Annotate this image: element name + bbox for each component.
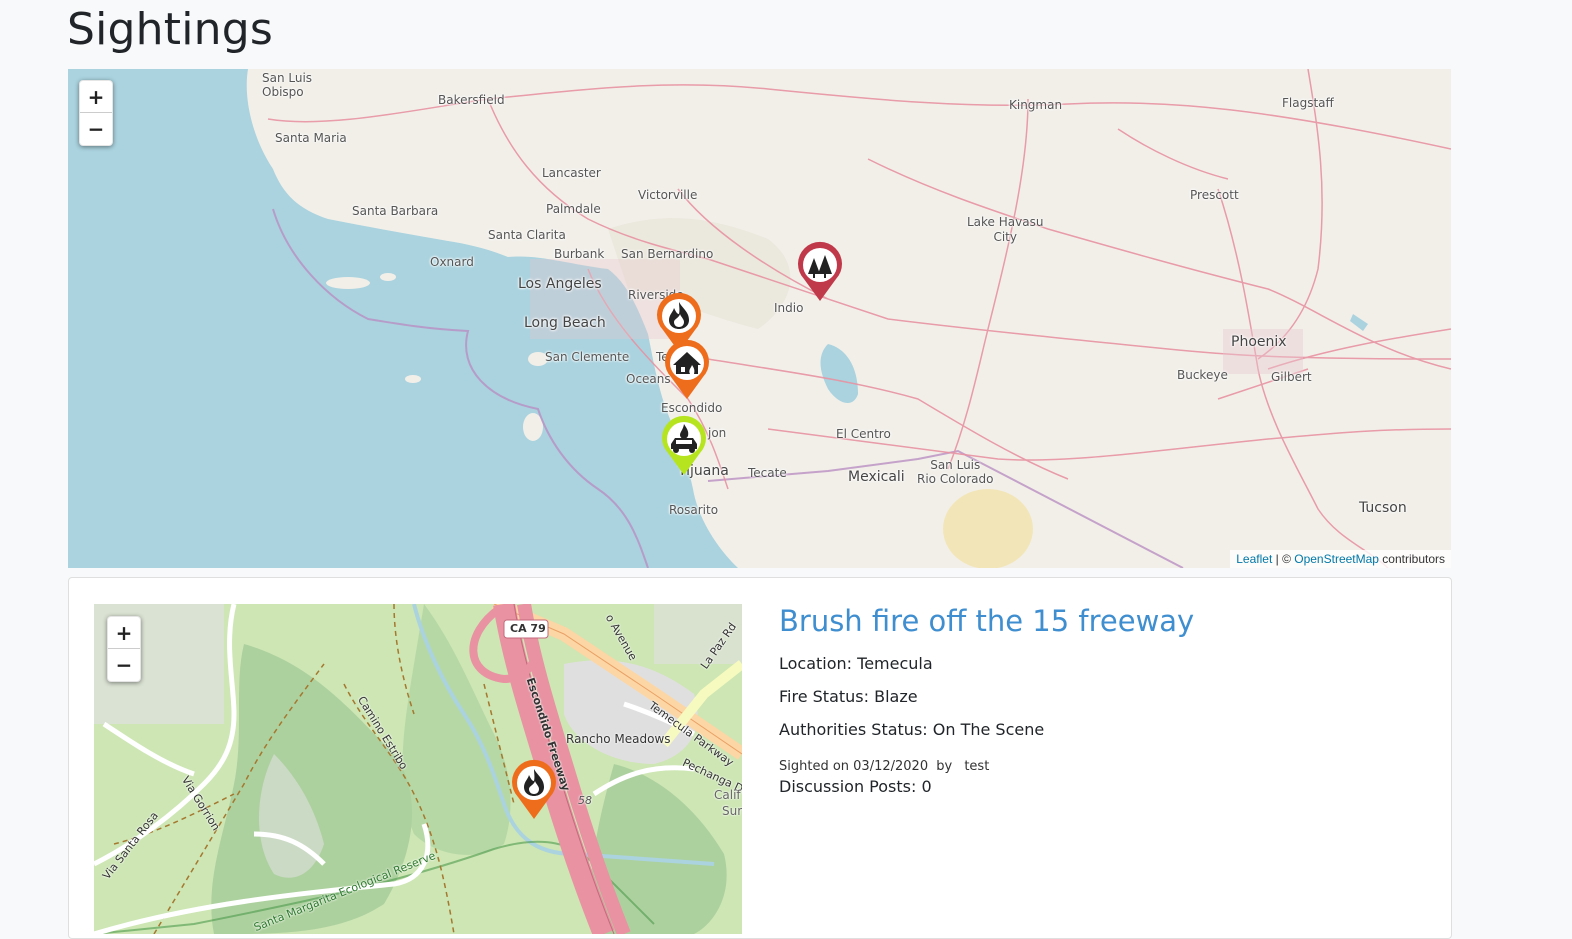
place-victorville: Victorville (638, 188, 698, 202)
marker-vehicle-fire[interactable] (658, 415, 710, 477)
sighting-title-link[interactable]: Brush fire off the 15 freeway (779, 604, 1194, 638)
sighting-card: CA 79 o Avenue La Paz Rd Temecula Parkwa… (68, 577, 1452, 939)
sighting-detail-map[interactable]: CA 79 o Avenue La Paz Rd Temecula Parkwa… (94, 604, 742, 934)
place-phoenix: Phoenix (1231, 334, 1287, 350)
place-san-luis-rio-colorado: San Luis Rio Colorado (917, 458, 994, 486)
detail-map-zoom-control: + − (107, 616, 141, 682)
place-buckeye: Buckeye (1177, 368, 1228, 382)
place-bakersfield: Bakersfield (438, 93, 505, 107)
place-gilbert: Gilbert (1271, 370, 1312, 384)
overview-map-zoom-control: + − (79, 80, 113, 146)
place-mexicali: Mexicali (848, 469, 905, 485)
place-los-angeles: Los Angeles (518, 276, 602, 292)
place-burbank: Burbank (554, 247, 605, 261)
attribution-separator: | © (1272, 552, 1295, 566)
place-rosarito: Rosarito (669, 503, 719, 517)
street-ca79: CA 79 (510, 622, 546, 635)
detail-map-tiles[interactable] (94, 604, 742, 934)
leaflet-link[interactable]: Leaflet (1236, 552, 1272, 566)
place-el-cajon: jon (708, 426, 727, 440)
sighting-fire-status: Fire Status: Blaze (779, 687, 918, 706)
sighting-info: Brush fire off the 15 freeway Location: … (779, 604, 1194, 796)
place-santa-maria: Santa Maria (275, 131, 347, 145)
sighted-date: Sighted on 03/12/2020 (779, 759, 929, 774)
detail-zoom-in-button[interactable]: + (108, 617, 140, 649)
place-oxnard: Oxnard (430, 255, 474, 269)
place-calif: Calif (714, 788, 741, 802)
place-lancaster: Lancaster (542, 166, 601, 180)
detail-marker-brush-fire[interactable] (508, 759, 560, 821)
place-el-centro: El Centro (836, 427, 891, 441)
place-san-luis-obispo: San Luis Obispo (262, 71, 313, 99)
page-title: Sightings (67, 4, 273, 55)
map-attribution: Leaflet | © OpenStreetMap contributors (1230, 550, 1451, 568)
place-palmdale: Palmdale (546, 202, 601, 216)
route-58-label: 58 (578, 794, 592, 807)
sighted-by-user: test (964, 759, 990, 774)
marker-structure-fire[interactable] (661, 339, 713, 401)
place-san-bernardino: San Bernardino (621, 247, 714, 261)
detail-zoom-out-button[interactable]: − (108, 649, 140, 681)
zoom-out-button[interactable]: − (80, 113, 112, 145)
place-rancho-meadows: Rancho Meadows (566, 732, 671, 746)
place-long-beach: Long Beach (524, 315, 606, 331)
place-sur: Sur (722, 804, 742, 818)
zoom-in-button[interactable]: + (80, 81, 112, 113)
place-escondido: Escondido (661, 401, 723, 415)
place-lake-havasu-city: Lake Havasu City (967, 215, 1044, 244)
sighting-authorities-status: Authorities Status: On The Scene (779, 720, 1045, 739)
place-kingman: Kingman (1009, 98, 1063, 112)
openstreetmap-link[interactable]: OpenStreetMap (1294, 552, 1379, 566)
place-indio: Indio (774, 301, 804, 315)
place-flagstaff: Flagstaff (1282, 96, 1334, 110)
sighting-meta: Sighted on 03/12/2020 by test (779, 759, 1194, 774)
place-santa-barbara: Santa Barbara (352, 204, 439, 218)
marker-wildfire[interactable] (794, 241, 846, 303)
sighting-location: Location: Temecula (779, 654, 933, 673)
place-san-clemente: San Clemente (545, 350, 630, 364)
place-santa-clarita: Santa Clarita (488, 228, 566, 242)
discussion-posts-count: Discussion Posts: 0 (779, 777, 932, 796)
place-tecate: Tecate (748, 466, 787, 480)
sighted-by-label: by (936, 759, 953, 774)
attribution-suffix: contributors (1378, 552, 1445, 566)
overview-map[interactable]: San Luis Obispo Bakersfield Santa Maria … (68, 69, 1451, 568)
place-tucson: Tucson (1359, 500, 1407, 516)
place-prescott: Prescott (1190, 188, 1239, 202)
